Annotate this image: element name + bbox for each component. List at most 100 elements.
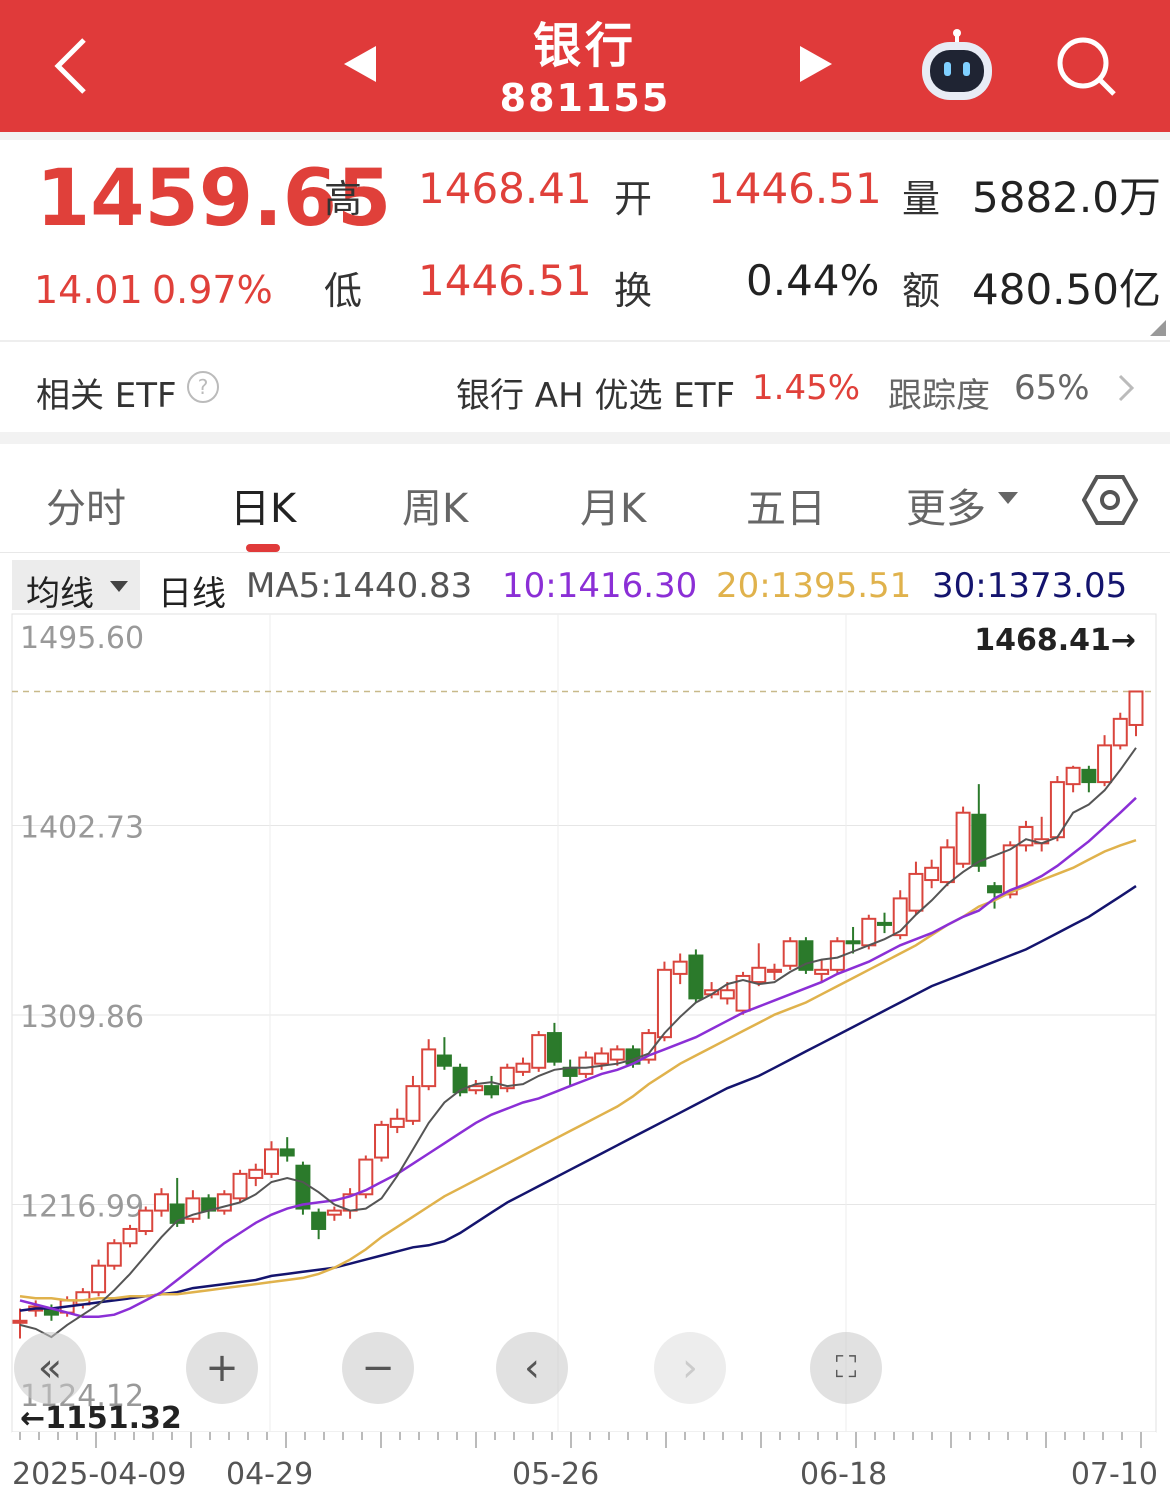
candle-body: [421, 1048, 437, 1088]
candle-body: [405, 1085, 421, 1122]
tab-weekly-k[interactable]: 周K: [402, 476, 468, 534]
candle-body: [971, 813, 987, 867]
related-etf-row[interactable]: 相关 ETF ? 银行 AH 优选 ETF 1.45% 跟踪度 65%: [0, 350, 1170, 430]
high-label: 高: [324, 177, 363, 221]
x-tick-label: 06-18: [800, 1457, 887, 1492]
open-label: 开: [614, 177, 653, 221]
high-value: 1468.41: [418, 164, 592, 213]
candle-body: [877, 921, 893, 926]
candle-body: [688, 954, 704, 1000]
candle-body: [766, 968, 782, 973]
candle-body: [908, 872, 924, 912]
candle-body: [484, 1085, 500, 1096]
min-price-label: ←1151.32: [20, 1401, 182, 1436]
y-tick-label: 1309.86: [20, 1000, 144, 1035]
expand-corner-icon[interactable]: [1150, 320, 1166, 336]
candle-body: [924, 866, 940, 882]
candle-body: [1002, 844, 1018, 896]
candle-body: [845, 940, 861, 945]
candle-body: [263, 1148, 279, 1175]
chevron-right-icon: ›: [682, 1345, 698, 1391]
candle-body: [1097, 744, 1113, 784]
candle-body: [814, 968, 830, 975]
candle-body: [751, 966, 767, 984]
top-bar: 银行 881155: [0, 0, 1170, 132]
ma10-value: 10:1416.30: [502, 566, 698, 606]
volume-value: 5882.0万: [972, 173, 1161, 222]
price-change: 14.01: [34, 268, 143, 312]
etf-change: 1.45%: [752, 368, 861, 408]
scroll-left-button[interactable]: ‹: [496, 1332, 568, 1404]
settings-icon[interactable]: [1082, 474, 1138, 526]
candle-body: [1081, 768, 1097, 784]
candle-body: [248, 1168, 264, 1179]
ma20-value: 20:1395.51: [716, 566, 912, 606]
candle-body: [861, 917, 877, 947]
low-label: 低: [324, 269, 363, 313]
track-value: 65%: [1014, 368, 1090, 408]
candle-body: [232, 1172, 248, 1200]
fast-back-button[interactable]: «: [14, 1332, 86, 1404]
x-tick-label: 04-29: [226, 1457, 313, 1492]
tab-monthly-k[interactable]: 月K: [580, 476, 646, 534]
minus-icon: −: [361, 1345, 395, 1391]
y-tick-label: 1402.73: [20, 811, 144, 846]
candle-body: [326, 1209, 342, 1216]
period-tabs: 分时 日K 周K 月K 五日 更多: [0, 444, 1170, 553]
candle-body: [939, 846, 955, 884]
tab-daily-k[interactable]: 日K: [230, 476, 296, 534]
candle-body: [594, 1052, 610, 1065]
ma-selector-label: 均线: [26, 574, 94, 614]
candle-body: [122, 1227, 138, 1245]
fullscreen-button[interactable]: ⛶: [810, 1332, 882, 1404]
candle-body: [138, 1209, 154, 1233]
y-tick-label: 1495.60: [20, 621, 144, 656]
help-icon[interactable]: ?: [186, 370, 220, 404]
candle-body: [672, 960, 688, 975]
turnover-label: 换: [614, 269, 653, 313]
plot-area: [11, 613, 1157, 1433]
candle-body: [546, 1032, 562, 1063]
divider: [0, 132, 1170, 140]
divider: [0, 432, 1170, 444]
next-stock-icon[interactable]: [796, 44, 836, 84]
candle-body: [153, 1193, 169, 1212]
candle-body: [279, 1148, 295, 1157]
candle-body: [389, 1117, 405, 1128]
tab-five-day[interactable]: 五日: [746, 476, 826, 534]
active-tab-indicator: [246, 544, 280, 552]
low-value: 1446.51: [418, 256, 592, 305]
candle-body: [75, 1291, 91, 1306]
plus-icon: +: [205, 1345, 239, 1391]
candle-body: [295, 1164, 311, 1210]
dropdown-caret-icon: [110, 581, 128, 592]
candle-body: [892, 897, 908, 937]
candle-body: [782, 940, 798, 967]
zoom-in-button[interactable]: +: [186, 1332, 258, 1404]
candle-body: [436, 1054, 452, 1067]
tab-timeshare[interactable]: 分时: [46, 476, 126, 534]
candle-body: [1112, 717, 1128, 747]
etf-name: 银行 AH 优选 ETF: [456, 376, 736, 416]
scroll-right-button[interactable]: ›: [654, 1332, 726, 1404]
ma5-value: MA5:1440.83: [246, 566, 473, 606]
candle-body: [311, 1211, 327, 1230]
robot-assistant-icon[interactable]: [916, 28, 998, 104]
x-tick-label: 05-26: [512, 1457, 599, 1492]
tab-more[interactable]: 更多: [906, 476, 986, 534]
fullscreen-icon: ⛶: [835, 1350, 857, 1385]
y-tick-label: 1216.99: [20, 1190, 144, 1225]
zoom-out-button[interactable]: −: [342, 1332, 414, 1404]
track-label: 跟踪度: [888, 376, 990, 416]
double-chevron-left-icon: «: [37, 1345, 63, 1391]
x-tick-label: 07-10: [1071, 1457, 1158, 1492]
amount-value: 480.50亿: [972, 265, 1161, 314]
candle-body: [1128, 690, 1144, 726]
candle-body: [719, 989, 735, 1000]
search-icon[interactable]: [1054, 34, 1118, 98]
ma-selector[interactable]: 均线: [12, 560, 140, 614]
ma-legend-bar: 均线 日线 MA5:1440.83 10:1416.30 20:1395.51 …: [0, 556, 1170, 614]
candle-body: [12, 1319, 28, 1324]
candle-body: [955, 811, 971, 865]
kline-chart[interactable]: 1495.601402.731309.861216.991124.121468.…: [0, 612, 1170, 1492]
